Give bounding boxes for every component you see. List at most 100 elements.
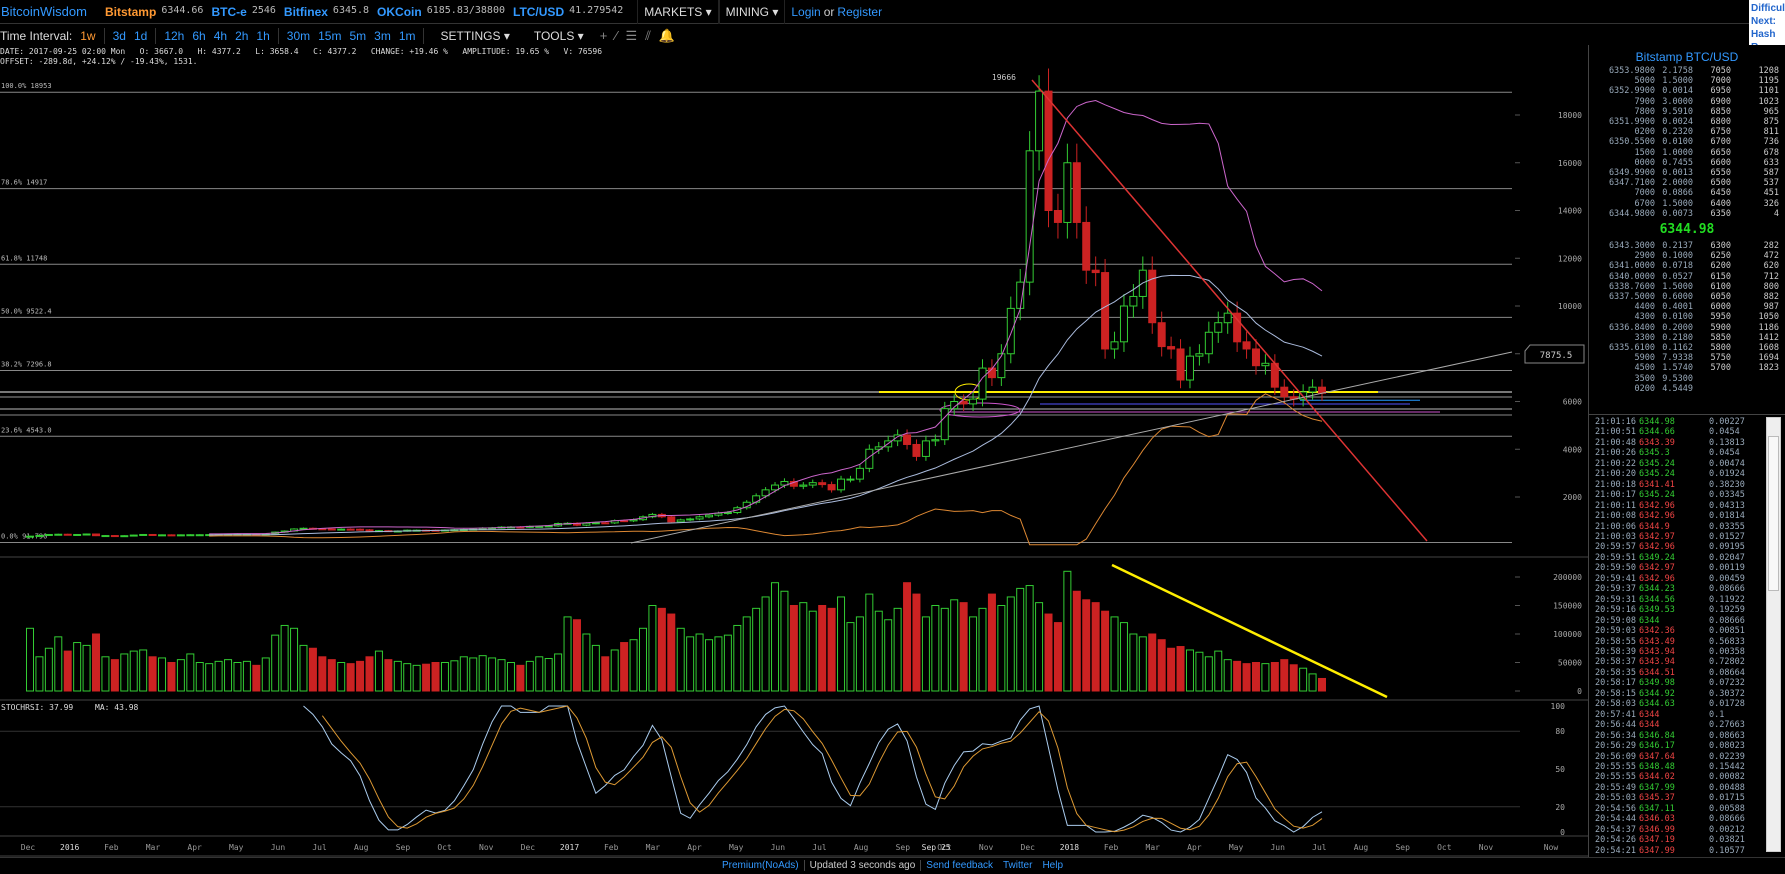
trade-amount: 0.08666 xyxy=(1709,814,1745,825)
line-tool-icon[interactable]: ⁄ xyxy=(615,28,617,43)
orderbook-row[interactable]: 4300 0.0100 5950 1050 xyxy=(1595,312,1785,322)
scrollbar-thumb[interactable] xyxy=(1768,436,1779,591)
premium-link[interactable]: Premium(NoAds) xyxy=(717,860,804,871)
volume-bar xyxy=(44,647,53,692)
mining-menu[interactable]: MINING ▾ xyxy=(718,0,786,24)
orderbook-row[interactable]: 6700 1.5000 6400 326 xyxy=(1595,199,1785,209)
twitter-link[interactable]: Twitter xyxy=(998,860,1037,871)
orderbook-row[interactable]: 3500 9.5300 xyxy=(1595,374,1785,384)
orderbook-row[interactable]: 6344.9800 0.0073 6350 4 xyxy=(1595,209,1785,219)
interval-1d[interactable]: 1d xyxy=(134,29,147,43)
trade-amount: 0.19259 xyxy=(1709,605,1745,616)
candle-body xyxy=(167,534,176,537)
orderbook-row[interactable]: 6337.5000 0.6000 6050 882 xyxy=(1595,292,1785,302)
orderbook-row[interactable]: 7800 9.5910 6850 965 xyxy=(1595,107,1785,117)
trade-amount: 0.38230 xyxy=(1709,479,1745,490)
depth-sum: 800 xyxy=(1763,281,1779,292)
candle-body xyxy=(1308,386,1317,393)
ticker-okcoin[interactable]: OKCoin xyxy=(377,5,422,19)
trade-row: 20:54:21 6347.99 0.10577 xyxy=(1595,846,1785,855)
orderbook-row[interactable]: 1500 1.0000 6650 678 xyxy=(1595,148,1785,158)
ticker-ltc/usd[interactable]: LTC/USD xyxy=(513,5,564,19)
trade-price: 6349.24 xyxy=(1639,552,1675,563)
interval-1m[interactable]: 1m xyxy=(399,29,416,43)
time-axis-label: Apr xyxy=(1187,843,1202,852)
alert-bell-icon[interactable]: 🔔 xyxy=(659,28,675,44)
fib-tool-icon[interactable]: ☰ xyxy=(625,28,637,44)
orderbook-row[interactable]: 6352.9900 0.0014 6950 1101 xyxy=(1595,86,1785,96)
trade-row: 21:00:06 6344.9 0.03355 xyxy=(1595,522,1785,532)
interval-2h[interactable]: 2h xyxy=(235,29,248,43)
orderbook-row[interactable]: 6338.7600 1.5000 6100 800 xyxy=(1595,282,1785,292)
interval-1h[interactable]: 1h xyxy=(256,29,269,43)
orderbook-row[interactable]: 0000 0.7455 6600 633 xyxy=(1595,158,1785,168)
trades-scrollbar[interactable] xyxy=(1766,417,1781,852)
price-chart[interactable]: 2000 4000 6000 80 0 0 10000 12000 14000 16000 1800… xyxy=(0,0,1588,873)
ticker-bitfinex[interactable]: Bitfinex xyxy=(284,5,328,19)
orderbook-row[interactable]: 5900 7.9338 5750 1694 xyxy=(1595,353,1785,363)
orderbook-row[interactable]: 5000 1.5000 7000 1195 xyxy=(1595,76,1785,86)
orderbook-row[interactable]: 6351.9900 0.0024 6800 875 xyxy=(1595,117,1785,127)
markets-menu[interactable]: MARKETS ▾ xyxy=(637,0,719,24)
orderbook-row[interactable]: 6353.9800 2.1758 7050 1208 xyxy=(1595,66,1785,76)
candle-body xyxy=(1261,362,1270,367)
volume-bar xyxy=(969,616,978,692)
order-amount: 1.5740 xyxy=(1662,363,1693,374)
orderbook-row[interactable]: 7000 0.0866 6450 451 xyxy=(1595,188,1785,198)
orderbook-row[interactable]: 0200 0.2320 6750 811 xyxy=(1595,127,1785,137)
trade-row: 21:01:16 6344.98 0.00227 xyxy=(1595,417,1785,427)
volume-bar xyxy=(771,582,780,692)
interval-6h[interactable]: 6h xyxy=(192,29,205,43)
interval-15m[interactable]: 15m xyxy=(318,29,341,43)
depth-sum: 282 xyxy=(1763,241,1779,252)
trade-time: 20:56:09 xyxy=(1595,751,1636,762)
pen-tool-icon[interactable]: ⫽ xyxy=(645,28,651,44)
orderbook-row[interactable]: 6347.7100 2.0000 6500 537 xyxy=(1595,178,1785,188)
crosshair-icon[interactable]: + xyxy=(600,28,608,43)
order-price: 0000 xyxy=(1634,157,1655,168)
interval-4h[interactable]: 4h xyxy=(214,29,227,43)
volume-bar xyxy=(1167,647,1176,692)
orderbook-row[interactable]: 6349.9900 0.0013 6550 587 xyxy=(1595,168,1785,178)
tools-button[interactable]: TOOLS ▾ xyxy=(526,29,592,43)
interval-3d[interactable]: 3d xyxy=(113,29,126,43)
feedback-link[interactable]: Send feedback xyxy=(921,860,998,871)
orderbook-row[interactable]: 2900 0.1000 6250 472 xyxy=(1595,251,1785,261)
trade-price: 6343.39 xyxy=(1639,437,1675,448)
candle-body xyxy=(591,522,600,525)
depth-price: 6350 xyxy=(1710,208,1731,219)
interval-3m[interactable]: 3m xyxy=(374,29,391,43)
brand-logo[interactable]: BitcoinWisdom xyxy=(1,4,87,19)
interval-12h[interactable]: 12h xyxy=(164,29,184,43)
orderbook-row[interactable]: 4500 1.5740 5700 1823 xyxy=(1595,363,1785,373)
volume-bar xyxy=(940,607,949,692)
orderbook-row[interactable]: 7900 3.0000 6900 1023 xyxy=(1595,97,1785,107)
orderbook-row[interactable]: 6335.6100 0.1162 5800 1608 xyxy=(1595,343,1785,353)
ticker-btc-e[interactable]: BTC-e xyxy=(211,5,246,19)
ticker-bitstamp[interactable]: Bitstamp xyxy=(105,5,156,19)
difficulty-widget[interactable]: Difficul Next: Hash R xyxy=(1749,0,1785,45)
trade-time: 20:58:37 xyxy=(1595,657,1636,668)
interval-5m[interactable]: 5m xyxy=(349,29,366,43)
orderbook-row[interactable]: 4400 0.4001 6000 987 xyxy=(1595,302,1785,312)
orderbook-row[interactable]: 6350.5500 0.0100 6700 736 xyxy=(1595,137,1785,147)
orderbook-row[interactable]: 3300 0.2180 5850 1412 xyxy=(1595,333,1785,343)
interval-30m[interactable]: 30m xyxy=(287,29,310,43)
trade-amount: 0.00588 xyxy=(1709,803,1745,814)
orderbook-row[interactable]: 0200 4.5449 xyxy=(1595,384,1785,394)
help-link[interactable]: Help xyxy=(1037,860,1068,871)
trade-amount: 0.56833 xyxy=(1709,636,1745,647)
register-link[interactable]: Register xyxy=(837,5,882,19)
depth-sum: 451 xyxy=(1763,188,1779,199)
orderbook-row[interactable]: 6341.0000 0.0718 6200 620 xyxy=(1595,261,1785,271)
orderbook-row[interactable]: 6340.0000 0.0527 6150 712 xyxy=(1595,272,1785,282)
candle-body xyxy=(176,534,185,537)
interval-1w[interactable]: 1w xyxy=(80,29,95,43)
orderbook-row[interactable]: 6336.8400 0.2000 5900 1186 xyxy=(1595,323,1785,333)
volume-bar xyxy=(818,605,827,692)
order-price: 4500 xyxy=(1634,363,1655,374)
orderbook-row[interactable]: 6343.3000 0.2137 6300 282 xyxy=(1595,241,1785,251)
trade-row: 21:00:11 6342.96 0.04313 xyxy=(1595,501,1785,511)
settings-button[interactable]: SETTINGS ▾ xyxy=(432,29,517,43)
login-link[interactable]: Login xyxy=(791,5,820,19)
